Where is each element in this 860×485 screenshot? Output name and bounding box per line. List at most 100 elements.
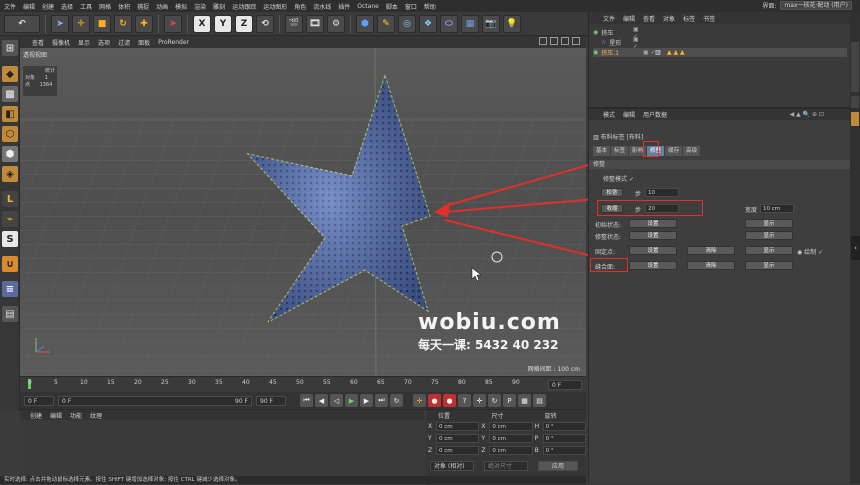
coord-key: H [534, 422, 540, 430]
tick-label: 85 [485, 379, 493, 386]
obj-menu-bookmarks[interactable]: 书签 [703, 14, 715, 23]
coord-mode-dropdown[interactable]: 对象 (相对) [430, 461, 474, 471]
visibility-dots-icon[interactable]: ▣ ✓ [643, 49, 656, 56]
pos-z-field[interactable]: 0 cm [436, 445, 480, 455]
fix-set-button[interactable]: 设置 [629, 246, 677, 255]
object-row[interactable]: ☆ 星形 ▣ ✓ [601, 36, 639, 50]
obj-menu-file[interactable]: 文件 [603, 14, 615, 23]
tick-label: 0 [28, 379, 32, 386]
obj-menu-edit[interactable]: 编辑 [623, 14, 635, 23]
param-key-icon[interactable]: P [503, 394, 516, 407]
attr-nav-icons[interactable]: ◀ ▲ 🔍 ⊕ ⊡ [790, 111, 824, 118]
tick-label: 35 [215, 379, 223, 386]
size-z-field[interactable]: 0 cm [489, 445, 533, 455]
draw-checkbox[interactable]: ✓ [818, 249, 823, 256]
loop-icon[interactable]: ↻ [390, 394, 403, 407]
object-row[interactable]: ◉ 挤压 ▣ ✓ [593, 26, 639, 40]
object-list: ◉ 挤压 ▣ ✓ ☆ 星形 ▣ ✓ ◉ 挤压.1 ▣ ✓ ▥ ▲ ▲ ▲ [589, 24, 850, 108]
start-frame-field[interactable]: 0 F [24, 395, 54, 406]
rotation-key-icon[interactable]: ↻ [488, 394, 501, 407]
highlight-dresser-tab [643, 141, 659, 157]
tab-basic[interactable]: 基本 [593, 146, 611, 156]
tick-label: 75 [431, 379, 439, 386]
end-frame-field[interactable]: 90 F [256, 395, 286, 406]
dress-mode-checkbox[interactable]: ✓ [629, 176, 634, 183]
coord-row-z: Z0 cm Z0 cm B0 ° [426, 444, 586, 456]
object-row-selected[interactable]: ◉ 挤压.1 ▣ ✓ ▥ ▲ ▲ ▲ [593, 48, 847, 57]
init-set-button[interactable]: 设置 [629, 219, 677, 228]
size-mode-dropdown[interactable]: 绝对尺寸 [484, 461, 528, 471]
size-x-field[interactable]: 0 cm [489, 421, 533, 431]
init-show-button[interactable]: 显示 [745, 219, 793, 228]
obj-menu-objects[interactable]: 对象 [663, 14, 675, 23]
mat-menu-function[interactable]: 功能 [70, 411, 82, 420]
play-icon[interactable]: ▶ [345, 394, 358, 407]
dock-tab[interactable] [851, 112, 859, 126]
attr-menu-mode[interactable]: 模式 [603, 110, 615, 119]
cloth-tag-icon[interactable]: ▥ [655, 49, 661, 56]
goto-start-icon[interactable]: ⏮ [300, 394, 313, 407]
prev-key-icon[interactable]: ◀ [315, 394, 328, 407]
keyframe-selection-icon[interactable]: ? [458, 394, 471, 407]
relax-step-label: 步 [635, 191, 642, 198]
timeline-ruler[interactable]: 0 5 10 15 20 25 30 35 40 45 50 55 60 65 … [20, 376, 586, 392]
tick-label: 90 [512, 379, 520, 386]
apply-button[interactable]: 应用 [538, 461, 578, 471]
coord-key: Y [481, 434, 485, 442]
extrude-icon: ◉ [593, 29, 599, 36]
rot-b-field[interactable]: 0 ° [542, 445, 586, 455]
attr-menu-userdata[interactable]: 用户数据 [643, 110, 667, 119]
attr-menu-edit[interactable]: 编辑 [623, 110, 635, 119]
pos-y-field[interactable]: 0 cm [436, 433, 480, 443]
pla-key-icon[interactable]: ▦ [518, 394, 531, 407]
frame-range-slider[interactable]: 0 F 90 F [58, 395, 252, 406]
current-frame-field[interactable]: 0 F [548, 380, 582, 390]
tab-advanced[interactable]: 高级 [683, 146, 701, 156]
width-field[interactable]: 10 cm [760, 204, 794, 213]
tab-tag[interactable]: 标签 [611, 146, 629, 156]
goto-end-icon[interactable]: ⏭ [375, 394, 388, 407]
play-reverse-icon[interactable]: ◁ [330, 394, 343, 407]
next-key-icon[interactable]: ▶ [360, 394, 373, 407]
fix-show-button[interactable]: 显示 [745, 246, 793, 255]
obj-menu-tags[interactable]: 标签 [683, 14, 695, 23]
mat-menu-edit[interactable]: 编辑 [50, 411, 62, 420]
object-name: 挤压.1 [601, 50, 619, 57]
rot-h-field[interactable]: 0 ° [542, 421, 586, 431]
mat-menu-texture[interactable]: 纹理 [90, 411, 102, 420]
auto-key-icon[interactable]: ● [443, 394, 456, 407]
draw-radio-icon[interactable]: ◉ [797, 249, 802, 256]
relax-button[interactable]: 松弛 [601, 188, 623, 197]
dress-set-button[interactable]: 设置 [629, 231, 677, 240]
obj-menu-view[interactable]: 查看 [643, 14, 655, 23]
rot-p-field[interactable]: 0 ° [542, 433, 586, 443]
seam-set-button[interactable]: 设置 [629, 261, 677, 270]
seam-clear-button[interactable]: 清除 [687, 261, 735, 270]
dock-tab[interactable] [851, 96, 859, 108]
playback-controls: 0 F 0 F 90 F 90 F ⏮ ◀ ◁ ▶ ▶ ⏭ ↻ ✛ ● ● ? ✛… [20, 392, 586, 409]
position-key-icon[interactable]: ✛ [473, 394, 486, 407]
coord-key: Y [428, 434, 432, 442]
timeline-window-icon[interactable]: ▤ [533, 394, 546, 407]
dock-tab[interactable] [851, 42, 859, 92]
seam-show-button[interactable]: 显示 [745, 261, 793, 270]
attr-title-text: 布料标签 [布料] [600, 134, 644, 141]
dress-show-button[interactable]: 显示 [745, 231, 793, 240]
record-icon[interactable]: ● [428, 394, 441, 407]
right-panel: 文件 编辑 查看 对象 标签 书签 ◉ 挤压 ▣ ✓ ☆ 星形 ▣ ✓ ◉ 挤压… [588, 12, 851, 484]
collapse-arrow-icon[interactable]: ‹ [851, 236, 860, 260]
tick-label: 50 [296, 379, 304, 386]
coordinate-manager: 位置 尺寸 旋转 X0 cm X0 cm H0 ° Y0 cm Y0 cm P0… [426, 410, 586, 485]
tick-label: 65 [377, 379, 385, 386]
coord-key: P [534, 434, 539, 442]
pos-x-field[interactable]: 0 cm [436, 421, 480, 431]
tab-cache[interactable]: 缓存 [665, 146, 683, 156]
tag-icons[interactable]: ▲ ▲ ▲ [667, 49, 685, 56]
tick-label: 20 [134, 379, 142, 386]
relax-step-field[interactable]: 10 [645, 188, 679, 197]
move-key-icon[interactable]: ✛ [413, 394, 426, 407]
attributes-panel: ▥ 布料标签 [布料] 基本 标签 影响 修整 缓存 高级 修整 修整模式 ✓ … [589, 120, 851, 476]
mat-menu-create[interactable]: 创建 [30, 411, 42, 420]
fix-clear-button[interactable]: 清除 [687, 246, 735, 255]
size-y-field[interactable]: 0 cm [489, 433, 533, 443]
